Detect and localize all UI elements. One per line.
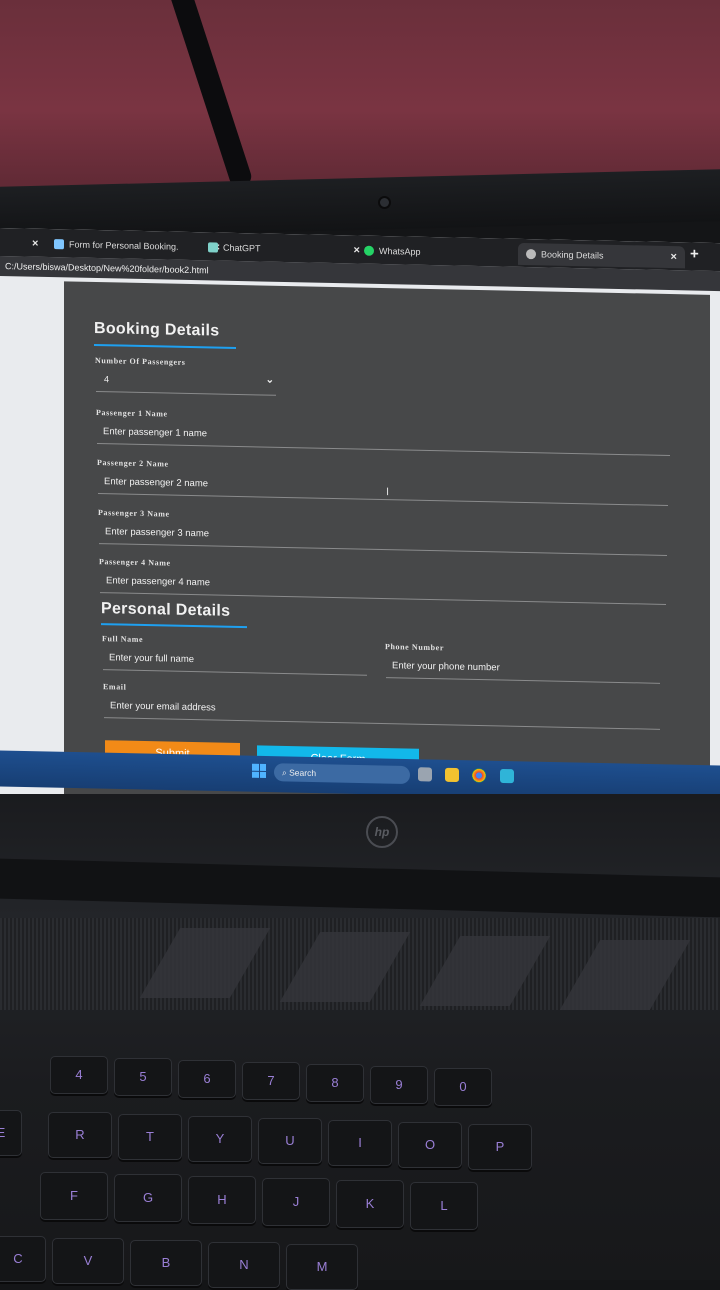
passenger-4-name-field[interactable] — [100, 569, 666, 604]
key[interactable]: J — [262, 1178, 330, 1226]
laptop-screen: × Form for Personal Booking. × ChatGPT ×… — [0, 228, 720, 814]
key[interactable]: F — [40, 1172, 108, 1220]
chatgpt-icon — [208, 242, 218, 253]
passenger-1-input[interactable] — [97, 420, 670, 457]
full-name-input[interactable] — [103, 646, 367, 676]
email-field[interactable] — [104, 694, 660, 729]
key[interactable]: H — [188, 1176, 256, 1224]
webcam — [380, 198, 389, 207]
phone-number-input[interactable] — [386, 654, 660, 684]
tab-close-icon[interactable]: × — [354, 244, 360, 256]
key[interactable]: N — [208, 1242, 280, 1288]
key[interactable]: 0 — [434, 1068, 492, 1106]
file-explorer-icon[interactable] — [445, 767, 459, 783]
tab-close-icon[interactable]: × — [671, 251, 677, 263]
passenger-4-input[interactable] — [100, 569, 666, 605]
key[interactable]: 6 — [178, 1060, 236, 1098]
notepad-icon[interactable] — [500, 768, 514, 784]
background-wall — [0, 0, 720, 200]
key[interactable]: T — [118, 1114, 182, 1160]
passenger-1-label: Passenger 1 Name — [96, 408, 168, 419]
grille-facet — [279, 932, 411, 1002]
windows-start-icon[interactable] — [252, 763, 266, 779]
text-cursor-icon: I — [386, 486, 390, 499]
key[interactable]: E — [0, 1110, 22, 1156]
tab-close-previous[interactable]: × — [32, 233, 38, 255]
passengers-count-value: 4 — [104, 374, 110, 385]
search-label: Search — [289, 767, 317, 779]
grille-facet — [139, 928, 271, 998]
key[interactable]: 5 — [114, 1058, 172, 1096]
email-label: Email — [103, 682, 127, 692]
key[interactable]: I — [328, 1120, 392, 1166]
hp-logo: hp — [366, 816, 398, 848]
title-underline — [94, 343, 236, 349]
phone-number-label: Phone Number — [385, 642, 444, 653]
key[interactable]: 7 — [242, 1062, 300, 1100]
booking-details-title: Booking Details — [94, 319, 220, 340]
full-name-field[interactable] — [103, 646, 367, 675]
grille-facet — [559, 940, 691, 1010]
phone-number-field[interactable] — [386, 654, 660, 683]
passenger-2-label: Passenger 2 Name — [97, 458, 169, 469]
passenger-2-name-field[interactable] — [98, 470, 668, 505]
key[interactable]: L — [410, 1182, 478, 1230]
tab-booking-details[interactable]: Booking Details × — [518, 242, 685, 269]
tab-personal-booking[interactable]: Form for Personal Booking. × — [54, 233, 220, 258]
page-icon — [54, 239, 64, 250]
globe-icon — [526, 249, 536, 260]
keyboard: 4 5 6 7 8 9 0 E R T Y U I O P F G H J K … — [0, 1016, 720, 1290]
key[interactable]: U — [258, 1118, 322, 1164]
full-name-label: Full Name — [102, 634, 144, 644]
chrome-icon[interactable] — [472, 768, 486, 783]
passenger-3-name-field[interactable] — [99, 520, 667, 555]
task-view-icon[interactable] — [418, 767, 432, 782]
email-input[interactable] — [104, 694, 660, 730]
title-underline — [101, 623, 247, 629]
key[interactable]: 8 — [306, 1064, 364, 1102]
key[interactable]: V — [52, 1238, 124, 1284]
tab-label: ChatGPT — [223, 242, 261, 254]
booking-form: Booking Details Number Of Passengers 4 ⌄… — [64, 281, 710, 814]
speaker-grille — [0, 918, 720, 1010]
tab-chatgpt[interactable]: ChatGPT × — [208, 236, 360, 261]
key[interactable]: Y — [188, 1116, 252, 1162]
key[interactable]: G — [114, 1174, 182, 1222]
chevron-down-icon: ⌄ — [265, 374, 274, 386]
key[interactable]: C — [0, 1236, 46, 1282]
passenger-4-label: Passenger 4 Name — [99, 557, 171, 568]
personal-details-title: Personal Details — [101, 600, 231, 620]
passengers-count-label: Number Of Passengers — [95, 355, 186, 367]
key[interactable]: O — [398, 1122, 462, 1168]
passenger-3-label: Passenger 3 Name — [98, 508, 170, 519]
whatsapp-icon — [364, 245, 374, 256]
passenger-2-input[interactable] — [98, 470, 668, 506]
key[interactable]: B — [130, 1240, 202, 1286]
grille-facet — [419, 936, 551, 1006]
key[interactable]: 4 — [50, 1056, 108, 1094]
tab-whatsapp[interactable]: WhatsApp × — [364, 240, 524, 265]
tab-label: WhatsApp — [379, 245, 421, 257]
tab-label: Form for Personal Booking. — [69, 239, 179, 252]
key[interactable]: K — [336, 1180, 404, 1228]
passengers-count-select[interactable]: 4 ⌄ — [96, 368, 276, 396]
key[interactable]: R — [48, 1112, 112, 1158]
key[interactable]: P — [468, 1124, 532, 1170]
key[interactable]: 9 — [370, 1066, 428, 1104]
new-tab-button[interactable]: + — [690, 245, 699, 262]
key[interactable]: M — [286, 1244, 358, 1290]
tab-label: Booking Details — [541, 249, 604, 261]
taskbar-search[interactable]: ⌕ Search — [274, 763, 410, 785]
passenger-1-name-field[interactable] — [97, 420, 670, 456]
passenger-3-input[interactable] — [99, 520, 667, 556]
